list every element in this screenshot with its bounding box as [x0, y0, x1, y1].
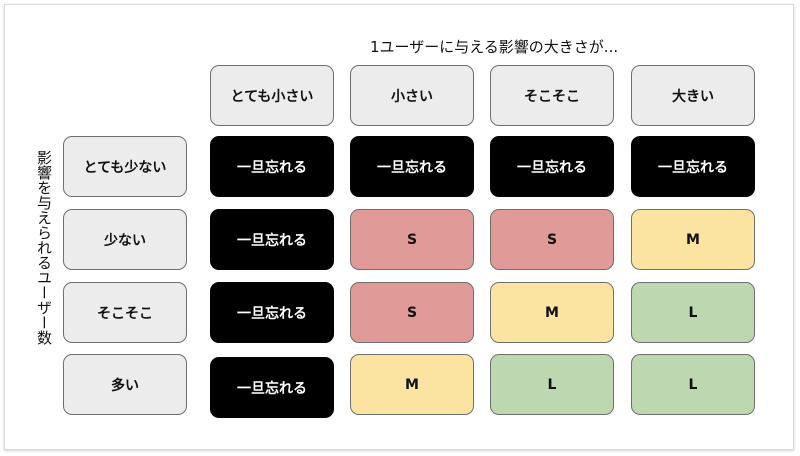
matrix-cell: L: [490, 354, 614, 415]
matrix-cell: 一旦忘れる: [210, 136, 334, 197]
column-header-moderate: そこそこ: [490, 65, 614, 126]
matrix-cell: 一旦忘れる: [490, 136, 614, 197]
row-header-few: 少ない: [63, 209, 187, 270]
column-header-large: 大きい: [631, 65, 755, 126]
column-header-very-small: とても小さい: [210, 65, 334, 126]
column-header-small: 小さい: [350, 65, 474, 126]
matrix-cell: M: [631, 209, 755, 270]
impact-size-axis-label: 1ユーザーに与える影響の大きさが...: [370, 38, 619, 56]
matrix-cell: 一旦忘れる: [210, 209, 334, 270]
matrix-cell: 一旦忘れる: [631, 136, 755, 197]
matrix-cell: S: [490, 209, 614, 270]
matrix-cell: L: [631, 282, 755, 343]
row-header-very-few: とても少ない: [63, 136, 187, 197]
matrix-cell: 一旦忘れる: [350, 136, 474, 197]
row-header-moderate: そこそこ: [63, 282, 187, 343]
matrix-cell: 一旦忘れる: [210, 357, 334, 418]
matrix-cell: S: [350, 209, 474, 270]
row-header-many: 多い: [63, 354, 187, 415]
matrix-cell: M: [350, 354, 474, 415]
matrix-cell: L: [631, 354, 755, 415]
matrix-cell: M: [490, 282, 614, 343]
matrix-cell: 一旦忘れる: [210, 282, 334, 343]
matrix-cell: S: [350, 282, 474, 343]
affected-users-axis-label: 影響を与えられるユーザー数: [35, 150, 53, 345]
